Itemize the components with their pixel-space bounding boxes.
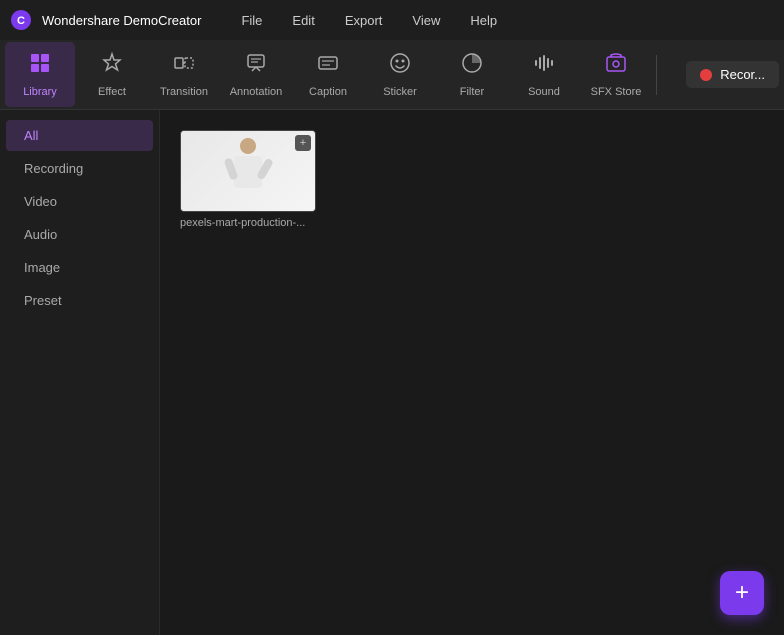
tool-filter-label: Filter [460,86,484,98]
media-item[interactable]: + pexels-mart-production-... [180,130,316,229]
sidebar-item-video[interactable]: Video [6,186,153,217]
menu-view[interactable]: View [402,9,450,32]
app-title: Wondershare DemoCreator [42,13,201,28]
media-thumbnail: + [180,130,316,212]
tool-sticker[interactable]: Sticker [365,42,435,107]
tool-effect[interactable]: Effect [77,42,147,107]
tool-sound[interactable]: Sound [509,42,579,107]
tool-transition-label: Transition [160,86,208,98]
fab-icon: + [735,579,749,607]
sidebar-item-image[interactable]: Image [6,252,153,283]
tool-library-label: Library [23,86,57,98]
tool-caption[interactable]: Caption [293,42,363,107]
person-figure [223,136,273,206]
titlebar: C Wondershare DemoCreator File Edit Expo… [0,0,784,40]
sound-icon [532,51,556,81]
sidebar-item-recording[interactable]: Recording [6,153,153,184]
menu-file[interactable]: File [231,9,272,32]
tool-annotation[interactable]: Annotation [221,42,291,107]
sidebar: All Recording Video Audio Image Preset [0,110,160,635]
tool-library[interactable]: Library [5,42,75,107]
transition-icon [172,51,196,81]
record-label: Recor... [720,67,765,82]
tool-sticker-label: Sticker [383,86,417,98]
sticker-icon [388,51,412,81]
library-icon [28,51,52,81]
fab-button[interactable]: + [720,571,764,615]
tool-transition[interactable]: Transition [149,42,219,107]
media-add-icon[interactable]: + [295,135,311,151]
tool-sound-label: Sound [528,86,560,98]
content-area: + pexels-mart-production-... + [160,110,784,635]
media-name: pexels-mart-production-... [180,217,316,229]
record-dot [700,69,712,81]
sidebar-item-audio[interactable]: Audio [6,219,153,250]
tool-annotation-label: Annotation [230,86,283,98]
person-head [240,138,256,154]
tool-sfx-store[interactable]: SFX Store [581,42,651,107]
menu-export[interactable]: Export [335,9,393,32]
effect-icon [100,51,124,81]
tool-filter[interactable]: Filter [437,42,507,107]
sidebar-item-preset[interactable]: Preset [6,285,153,316]
sfx-store-icon [604,51,628,81]
toolbar-divider [656,55,657,95]
toolbar: Library Effect Transition [0,40,784,110]
sidebar-item-all[interactable]: All [6,120,153,151]
annotation-icon [244,51,268,81]
caption-icon [316,51,340,81]
tool-caption-label: Caption [309,86,347,98]
app-logo: C [10,9,32,31]
filter-icon [460,51,484,81]
tool-effect-label: Effect [98,86,126,98]
tool-sfx-store-label: SFX Store [591,86,642,98]
menu-help[interactable]: Help [460,9,507,32]
main-area: All Recording Video Audio Image Preset [0,110,784,635]
menu-edit[interactable]: Edit [282,9,324,32]
svg-text:C: C [17,15,25,27]
record-button[interactable]: Recor... [686,61,779,88]
